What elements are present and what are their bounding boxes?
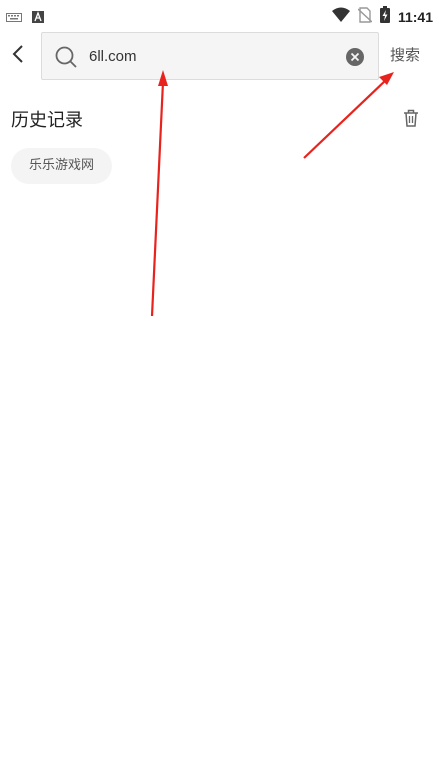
battery-charging-icon bbox=[379, 6, 390, 27]
search-page: 11:41 搜索 历史记录 bbox=[0, 0, 439, 782]
search-box[interactable] bbox=[41, 32, 379, 80]
back-button[interactable] bbox=[4, 40, 32, 72]
history-item[interactable]: 乐乐游戏网 bbox=[11, 148, 113, 184]
a-notification-icon bbox=[32, 8, 44, 27]
clear-input-icon[interactable] bbox=[345, 47, 365, 67]
status-bar: 11:41 bbox=[0, 0, 439, 32]
status-left-icons bbox=[6, 8, 44, 27]
chevron-left-icon bbox=[11, 43, 25, 69]
wifi-icon bbox=[331, 7, 350, 27]
trash-icon[interactable] bbox=[401, 108, 421, 128]
search-button[interactable]: 搜索 bbox=[390, 44, 420, 65]
arrow-to-search-button bbox=[303, 72, 394, 159]
search-input[interactable] bbox=[89, 43, 329, 69]
status-time: 11:41 bbox=[397, 8, 433, 25]
history-title: 历史记录 bbox=[11, 110, 83, 131]
keyboard-icon bbox=[6, 8, 22, 27]
history-list: 乐乐游戏网 bbox=[11, 148, 113, 184]
status-right-icons: 11:41 bbox=[331, 6, 433, 27]
no-sim-icon bbox=[357, 6, 373, 27]
search-icon bbox=[54, 45, 78, 69]
arrow-to-search-input bbox=[150, 70, 168, 317]
